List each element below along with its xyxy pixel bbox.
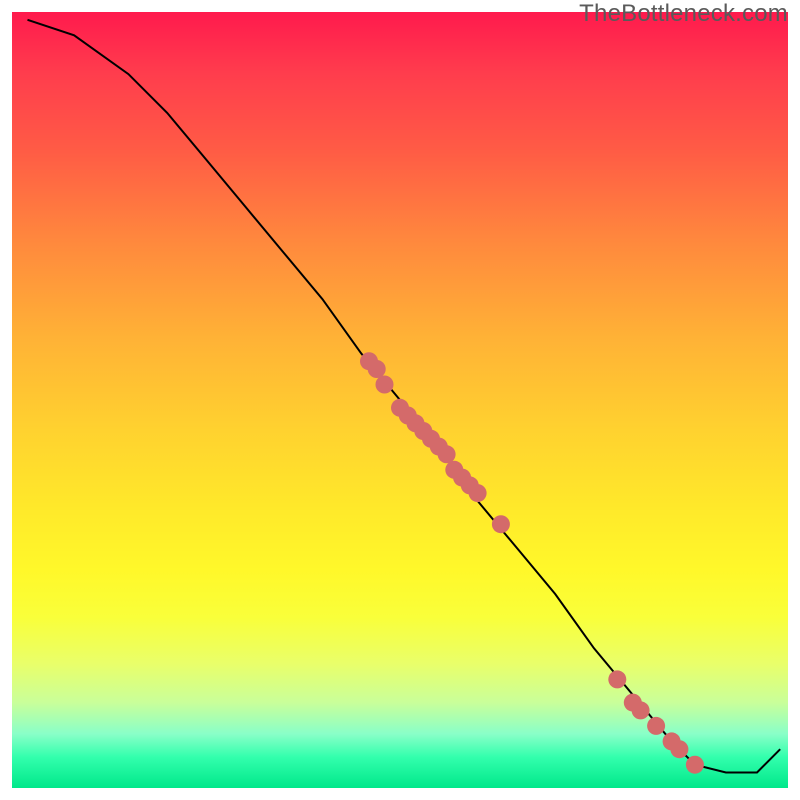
chart-point — [670, 740, 688, 758]
chart-point — [376, 376, 394, 394]
chart-point — [647, 717, 665, 735]
chart-container: TheBottleneck.com — [0, 0, 800, 800]
chart-curve — [28, 20, 781, 773]
chart-point — [686, 756, 704, 774]
chart-point — [632, 701, 650, 719]
chart-svg — [0, 0, 800, 800]
chart-point — [608, 670, 626, 688]
chart-point — [438, 445, 456, 463]
chart-point — [492, 515, 510, 533]
chart-points-group — [360, 352, 704, 774]
chart-point — [469, 484, 487, 502]
chart-point — [368, 360, 386, 378]
